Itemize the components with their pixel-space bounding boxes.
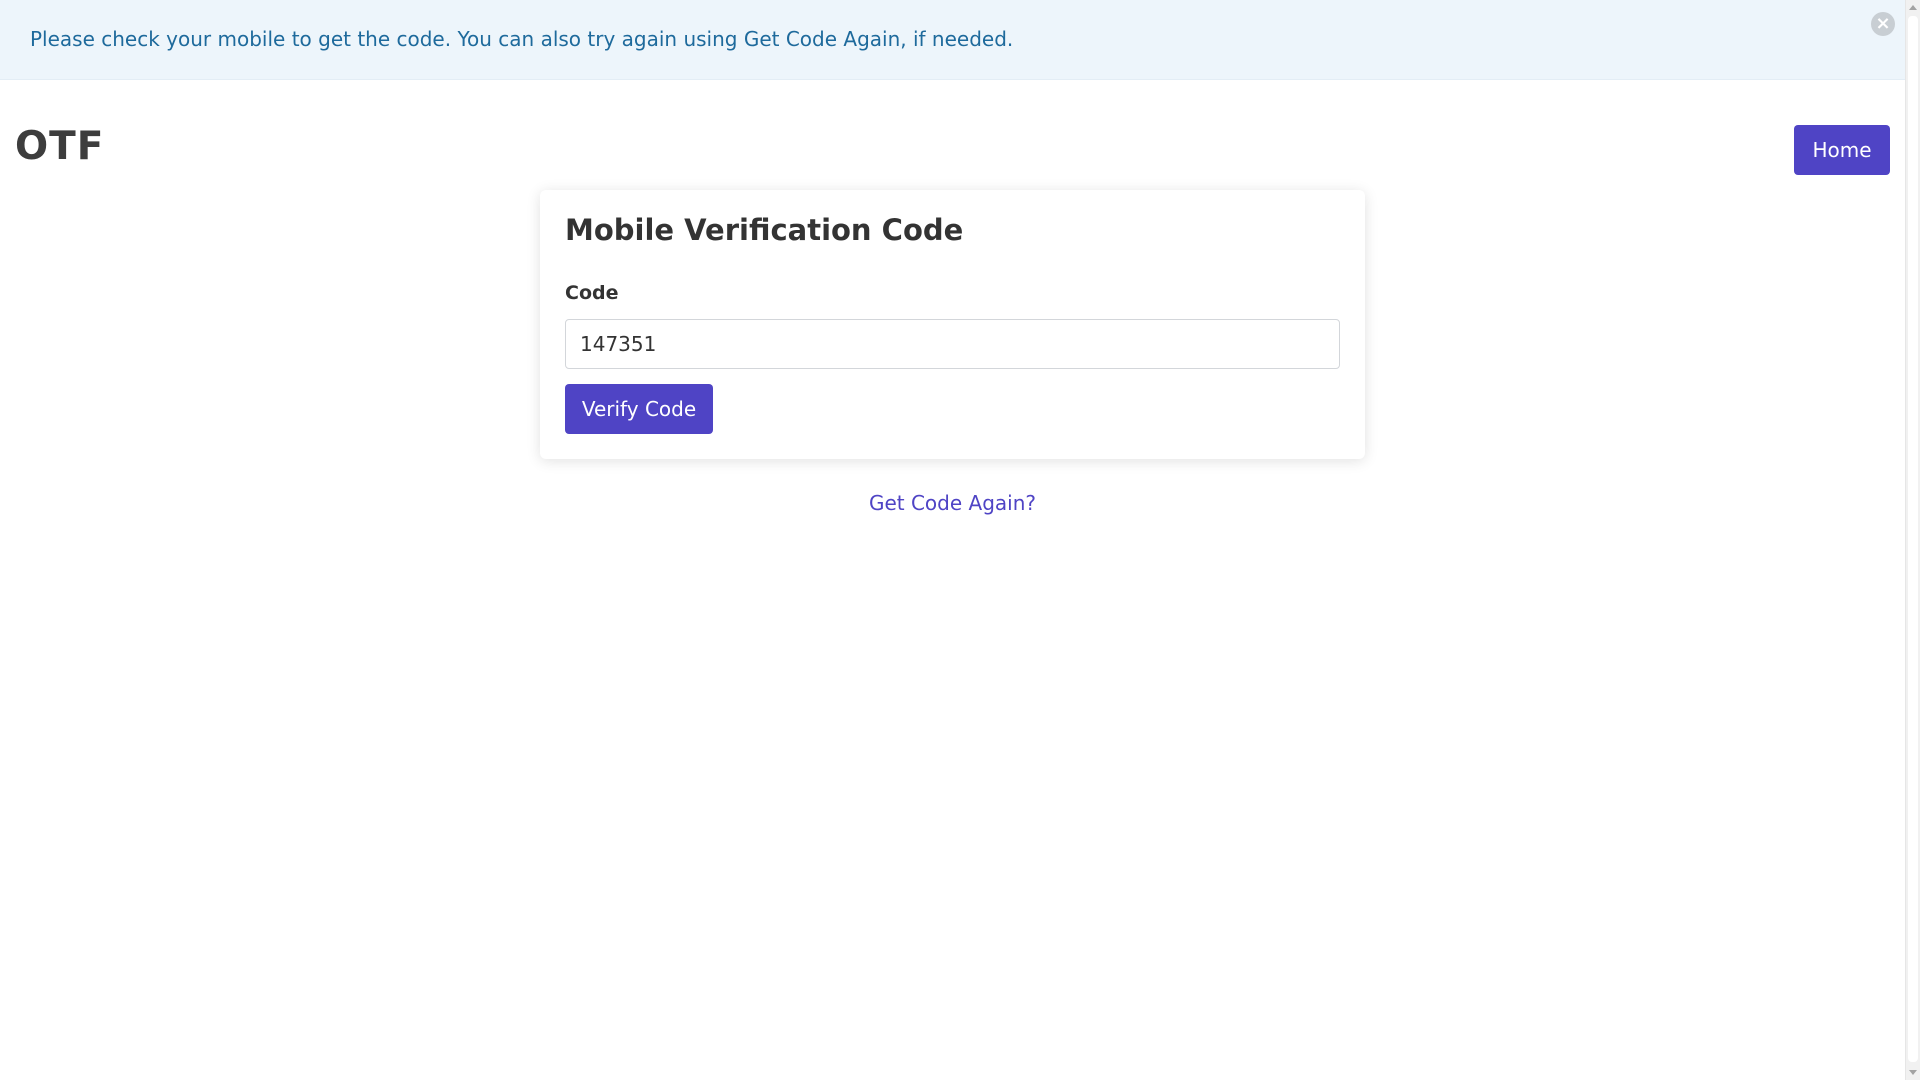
verify-code-button[interactable]: Verify Code bbox=[565, 384, 713, 434]
scroll-down-icon[interactable] bbox=[1909, 1070, 1917, 1075]
page: Please check your mobile to get the code… bbox=[0, 0, 1905, 1080]
brand-logo[interactable]: OTF bbox=[15, 124, 104, 169]
code-input[interactable] bbox=[565, 319, 1340, 369]
verification-card: Mobile Verification Code Code Verify Cod… bbox=[540, 190, 1365, 459]
get-code-again-link[interactable]: Get Code Again? bbox=[0, 491, 1905, 515]
scroll-thumb[interactable] bbox=[1908, 16, 1918, 1062]
alert-message: Please check your mobile to get the code… bbox=[30, 27, 1014, 51]
vertical-scrollbar[interactable] bbox=[1905, 0, 1920, 1080]
info-alert: Please check your mobile to get the code… bbox=[0, 0, 1905, 80]
scroll-up-icon[interactable] bbox=[1909, 5, 1917, 10]
close-icon[interactable]: × bbox=[1871, 12, 1895, 36]
card-title: Mobile Verification Code bbox=[565, 213, 964, 247]
code-label: Code bbox=[565, 282, 619, 304]
home-button[interactable]: Home bbox=[1794, 125, 1890, 175]
